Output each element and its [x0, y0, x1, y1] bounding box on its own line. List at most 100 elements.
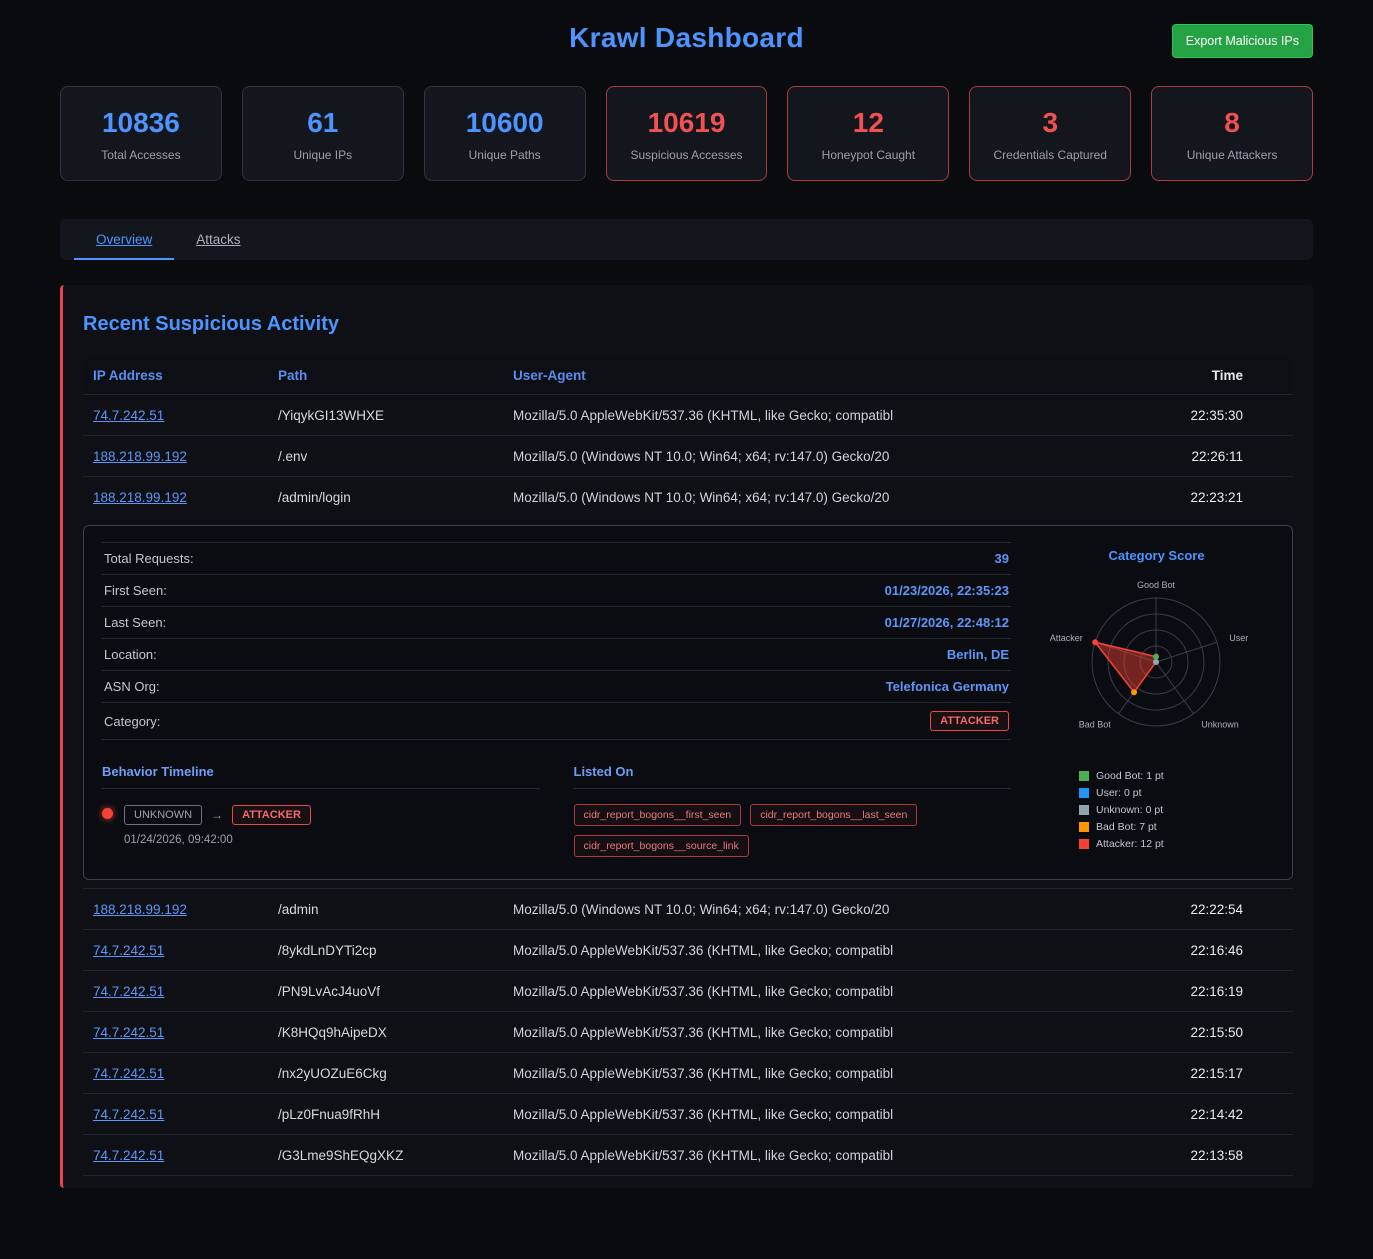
- detail-field: Total Requests: 39: [102, 542, 1011, 575]
- svg-text:Attacker: Attacker: [1050, 633, 1083, 643]
- path-cell: /.env: [278, 449, 513, 464]
- chart-legend: Good Bot: 1 ptUser: 0 ptUnknown: 0 ptBad…: [1079, 770, 1274, 850]
- detail-field: ASN Org: Telefonica Germany: [102, 671, 1011, 703]
- stat-card-unique-paths: 10600 Unique Paths: [424, 86, 586, 181]
- ip-link[interactable]: 74.7.242.51: [93, 1025, 164, 1040]
- ip-link[interactable]: 74.7.242.51: [93, 984, 164, 999]
- user-agent-cell: Mozilla/5.0 AppleWebKit/537.36 (KHTML, l…: [513, 1107, 1133, 1122]
- ip-link[interactable]: 74.7.242.51: [93, 408, 164, 423]
- table-row: 74.7.242.51/G3Lme9ShEQgXKZMozilla/5.0 Ap…: [83, 1134, 1293, 1175]
- path-cell: /admin: [278, 902, 513, 917]
- detail-field-label: ASN Org:: [104, 679, 160, 694]
- detail-field: Location: Berlin, DE: [102, 639, 1011, 671]
- user-agent-cell: Mozilla/5.0 AppleWebKit/537.36 (KHTML, l…: [513, 943, 1133, 958]
- ip-cell: 74.7.242.51: [93, 1148, 278, 1163]
- app-header: Krawl Dashboard Export Malicious IPs: [60, 0, 1313, 72]
- stat-card-credentials-captured: 3 Credentials Captured: [969, 86, 1131, 181]
- timeline-dot-icon: [102, 808, 113, 819]
- stat-label: Total Accesses: [67, 148, 215, 162]
- detail-field-value: 01/23/2026, 22:35:23: [885, 583, 1009, 598]
- detail-field-label: Total Requests:: [104, 551, 194, 566]
- stat-card-unique-ips: 61 Unique IPs: [242, 86, 404, 181]
- table-header-row: IP Address Path User-Agent Time: [83, 356, 1293, 394]
- suspicious-activity-table: IP Address Path User-Agent Time 74.7.242…: [83, 356, 1293, 1176]
- ip-cell: 74.7.242.51: [93, 984, 278, 999]
- export-malicious-ips-button[interactable]: Export Malicious IPs: [1172, 24, 1313, 58]
- detail-field-label: Location:: [104, 647, 157, 662]
- stat-value: 10600: [431, 107, 579, 139]
- path-cell: /8ykdLnDYTi2cp: [278, 943, 513, 958]
- tab-attacks[interactable]: Attacks: [174, 219, 262, 260]
- user-agent-cell: Mozilla/5.0 AppleWebKit/537.36 (KHTML, l…: [513, 1066, 1133, 1081]
- table-row: 74.7.242.51/YiqykGI13WHXEMozilla/5.0 App…: [83, 394, 1293, 435]
- path-cell: /K8HQq9hAipeDX: [278, 1025, 513, 1040]
- ip-link[interactable]: 74.7.242.51: [93, 1066, 164, 1081]
- table-row: 74.7.242.51/nx2yUOZuE6CkgMozilla/5.0 App…: [83, 1052, 1293, 1093]
- stat-card-unique-attackers: 8 Unique Attackers: [1151, 86, 1313, 181]
- tab-bar: Overview Attacks: [60, 219, 1313, 260]
- ip-link[interactable]: 74.7.242.51: [93, 1148, 164, 1163]
- table-rows-after-detail: 188.218.99.192/adminMozilla/5.0 (Windows…: [83, 888, 1293, 1175]
- path-cell: /YiqykGI13WHXE: [278, 408, 513, 423]
- detail-field-value: Berlin, DE: [947, 647, 1009, 662]
- listed-on-section: Listed On cidr_report_bogons__first_seen…: [574, 764, 1012, 857]
- chart-title: Category Score: [1039, 548, 1274, 563]
- time-cell: 22:14:42: [1133, 1107, 1243, 1122]
- time-cell: 22:16:46: [1133, 943, 1243, 958]
- ip-cell: 74.7.242.51: [93, 1107, 278, 1122]
- stat-label: Suspicious Accesses: [613, 148, 761, 162]
- ip-link[interactable]: 188.218.99.192: [93, 449, 187, 464]
- stats-row: 10836 Total Accesses 61 Unique IPs 10600…: [60, 86, 1313, 181]
- table-rows-before-detail: 74.7.242.51/YiqykGI13WHXEMozilla/5.0 App…: [83, 394, 1293, 517]
- detail-field-category: Category: ATTACKER: [102, 703, 1011, 740]
- stat-card-total-accesses: 10836 Total Accesses: [60, 86, 222, 181]
- ip-detail-panel: Total Requests: 39 First Seen: 01/23/2026, …: [83, 525, 1293, 880]
- stat-card-suspicious-accesses: 10619 Suspicious Accesses: [606, 86, 768, 181]
- detail-field-label: Category:: [104, 714, 160, 729]
- legend-label: User: 0 pt: [1096, 787, 1142, 799]
- arrow-right-icon: →: [211, 808, 223, 822]
- legend-swatch-icon: [1079, 771, 1089, 781]
- time-cell: 22:13:58: [1133, 1148, 1243, 1163]
- detail-field-value: 01/27/2026, 22:48:12: [885, 615, 1009, 630]
- category-attacker-badge: ATTACKER: [930, 711, 1009, 731]
- ip-link[interactable]: 74.7.242.51: [93, 943, 164, 958]
- table-row: 188.218.99.192/adminMozilla/5.0 (Windows…: [83, 888, 1293, 929]
- category-score-chart: Category Score Good BotUserUnknownBad Bo…: [1039, 542, 1274, 857]
- path-cell: /admin/login: [278, 490, 513, 505]
- detail-field-label: First Seen:: [104, 583, 167, 598]
- user-agent-cell: Mozilla/5.0 AppleWebKit/537.36 (KHTML, l…: [513, 1148, 1133, 1163]
- behavior-timeline-title: Behavior Timeline: [102, 764, 540, 789]
- table-row: 74.7.242.51/8ykdLnDYTi2cpMozilla/5.0 App…: [83, 929, 1293, 970]
- panel-title: Recent Suspicious Activity: [83, 313, 1293, 336]
- ip-cell: 188.218.99.192: [93, 449, 278, 464]
- path-cell: /PN9LvAcJ4uoVf: [278, 984, 513, 999]
- stat-label: Unique Attackers: [1158, 148, 1306, 162]
- legend-swatch-icon: [1079, 805, 1089, 815]
- detail-field-label: Last Seen:: [104, 615, 166, 630]
- ip-cell: 74.7.242.51: [93, 943, 278, 958]
- table-row: 188.218.99.192/.envMozilla/5.0 (Windows …: [83, 435, 1293, 476]
- time-cell: 22:15:50: [1133, 1025, 1243, 1040]
- detail-field-value: 39: [995, 551, 1009, 566]
- listed-on-chip[interactable]: cidr_report_bogons__source_link: [574, 835, 749, 857]
- ip-link[interactable]: 188.218.99.192: [93, 490, 187, 505]
- listed-on-chip[interactable]: cidr_report_bogons__first_seen: [574, 804, 742, 826]
- path-cell: /nx2yUOZuE6Ckg: [278, 1066, 513, 1081]
- table-row: 188.218.99.192/admin/loginMozilla/5.0 (W…: [83, 476, 1293, 517]
- ip-link[interactable]: 188.218.99.192: [93, 902, 187, 917]
- ip-detail-info: Total Requests: 39 First Seen: 01/23/2026, …: [102, 542, 1011, 857]
- svg-text:Unknown: Unknown: [1201, 719, 1239, 729]
- time-cell: 22:26:11: [1133, 449, 1243, 464]
- legend-item: User: 0 pt: [1079, 787, 1274, 799]
- detail-field-value: Telefonica Germany: [886, 679, 1009, 694]
- stat-label: Unique IPs: [249, 148, 397, 162]
- listed-on-chip[interactable]: cidr_report_bogons__last_seen: [750, 804, 917, 826]
- ip-link[interactable]: 74.7.242.51: [93, 1107, 164, 1122]
- tab-overview[interactable]: Overview: [74, 219, 174, 260]
- legend-label: Unknown: 0 pt: [1096, 804, 1163, 816]
- category-score-radar: Good BotUserUnknownBad BotAttacker: [1039, 565, 1274, 757]
- behavior-timeline-section: Behavior Timeline UNKNOWN → ATTACKER: [102, 764, 540, 857]
- user-agent-cell: Mozilla/5.0 AppleWebKit/537.36 (KHTML, l…: [513, 1025, 1133, 1040]
- time-cell: 22:23:21: [1133, 490, 1243, 505]
